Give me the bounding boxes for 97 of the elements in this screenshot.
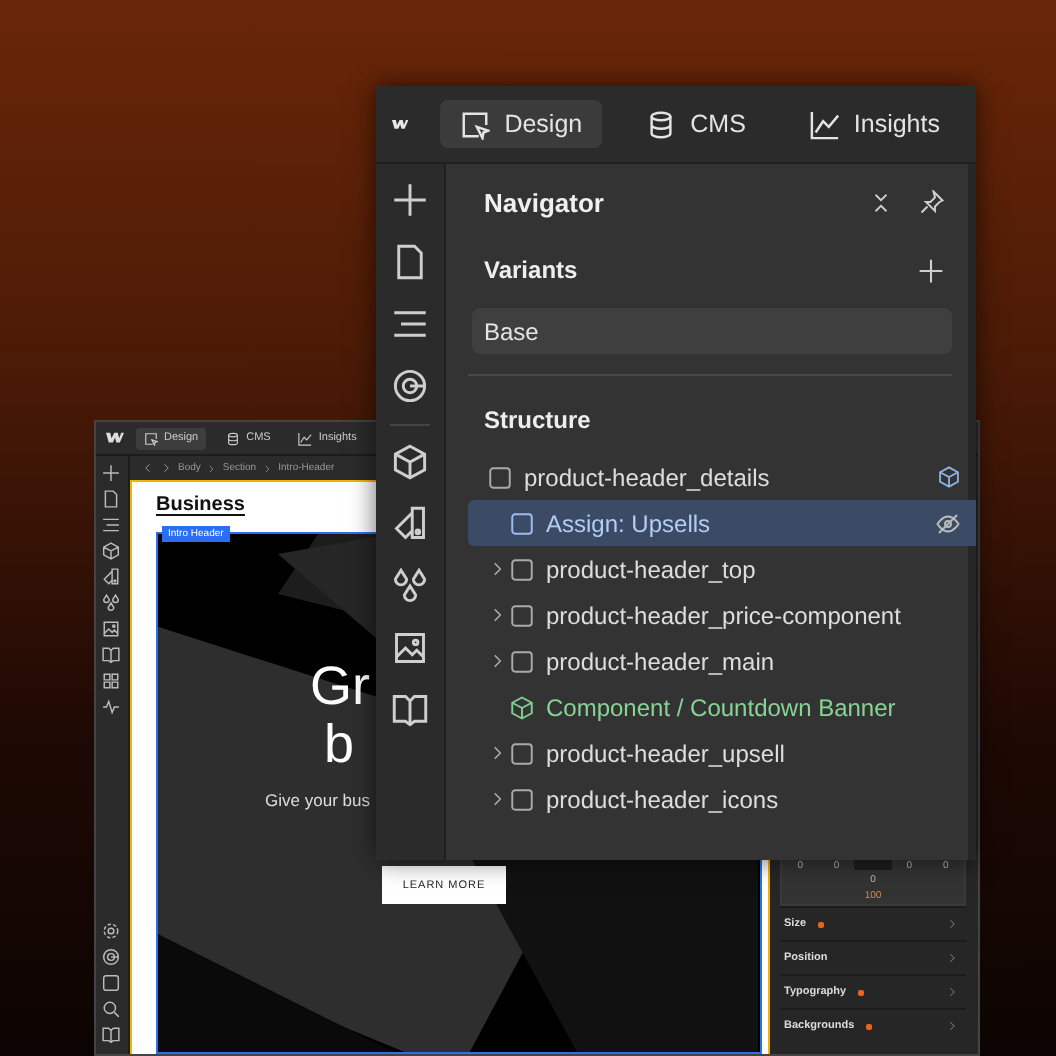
zoom-icon xyxy=(102,1000,120,1018)
grid-icon xyxy=(102,672,120,690)
brand-name: Business xyxy=(156,494,247,520)
cube-icon xyxy=(391,444,427,480)
panel-title: Navigator xyxy=(484,187,604,217)
chevron-icon xyxy=(946,952,958,964)
collapse-icon xyxy=(870,191,892,213)
hidden-icon xyxy=(936,511,960,535)
book-tool[interactable] xyxy=(102,1026,122,1046)
tree-item[interactable]: Assign: Upsells xyxy=(468,500,976,546)
database-icon xyxy=(646,109,677,139)
cube-icon xyxy=(102,542,120,560)
image-icon xyxy=(102,620,120,638)
tree-item[interactable]: product-header_price-component xyxy=(468,592,976,638)
lines-icon xyxy=(102,516,120,534)
circle-tool[interactable] xyxy=(102,948,122,968)
page-icon xyxy=(391,244,427,280)
square-tool[interactable] xyxy=(102,974,122,994)
pulse-icon xyxy=(102,698,120,716)
collapse-button[interactable] xyxy=(870,191,892,213)
book-tool[interactable] xyxy=(391,692,429,730)
lines-icon xyxy=(391,306,427,342)
add-icon xyxy=(391,182,427,218)
element-icon xyxy=(510,741,534,765)
chart-icon xyxy=(298,431,313,445)
element-icon xyxy=(510,649,534,673)
redo-icon xyxy=(160,462,172,474)
chart-icon xyxy=(809,109,840,139)
pin-button[interactable] xyxy=(920,190,944,214)
tab[interactable]: Insights xyxy=(789,100,960,148)
logo-icon xyxy=(106,432,124,444)
add-icon xyxy=(918,257,944,283)
book-icon xyxy=(102,1026,120,1044)
drops-icon xyxy=(391,568,427,604)
lines-tool[interactable] xyxy=(102,516,122,536)
add-tool[interactable] xyxy=(102,464,122,484)
component-badge-icon xyxy=(938,466,960,488)
circle-icon xyxy=(102,948,120,966)
add-icon xyxy=(102,464,120,482)
section-heading: Variants xyxy=(484,256,578,284)
component-icon xyxy=(510,695,534,719)
drops-tool[interactable] xyxy=(391,568,429,606)
page-tool[interactable] xyxy=(391,244,429,282)
book-icon xyxy=(391,692,427,728)
square-icon xyxy=(102,974,120,992)
grid-tool[interactable] xyxy=(102,672,122,692)
chevron-icon xyxy=(206,463,217,473)
database-icon xyxy=(226,431,241,445)
hero-heading: b xyxy=(323,716,354,774)
paint-icon xyxy=(391,506,427,542)
cursor-icon xyxy=(460,109,491,139)
book-tool[interactable] xyxy=(102,646,122,666)
chevron-icon xyxy=(946,986,958,998)
tree-item[interactable]: product-header_main xyxy=(468,638,976,684)
drops-icon xyxy=(102,594,120,612)
section-heading: Structure xyxy=(484,406,591,434)
chevron-icon xyxy=(262,463,273,473)
image-tool[interactable] xyxy=(102,620,122,640)
book-icon xyxy=(102,646,120,664)
gear-tool[interactable] xyxy=(102,922,122,942)
page-tool[interactable] xyxy=(102,490,122,510)
paint-tool[interactable] xyxy=(391,506,429,544)
chevron-icon xyxy=(946,918,958,930)
tree-item[interactable]: Component / Countdown Banner xyxy=(468,684,976,730)
circle-tool[interactable] xyxy=(391,368,429,406)
page-icon xyxy=(102,490,120,508)
cursor-icon xyxy=(144,431,158,445)
zoom-tool[interactable] xyxy=(102,1000,122,1020)
element-icon xyxy=(510,603,534,627)
pulse-tool[interactable] xyxy=(102,698,122,718)
element-icon xyxy=(488,465,512,489)
chevron-icon xyxy=(946,1020,958,1032)
cube-tool[interactable] xyxy=(102,542,122,562)
element-icon xyxy=(510,557,534,581)
element-icon xyxy=(510,787,534,811)
hero-heading: Gr xyxy=(310,658,370,716)
pin-icon xyxy=(920,190,944,214)
tree-item[interactable]: product-header_upsell xyxy=(468,730,976,776)
tree-item[interactable]: product-header_top xyxy=(468,546,976,592)
add-variant-button[interactable] xyxy=(918,257,944,283)
drops-tool[interactable] xyxy=(102,594,122,614)
cube-tool[interactable] xyxy=(391,444,429,482)
gear-icon xyxy=(102,922,120,940)
undo-icon xyxy=(142,462,154,474)
variant-item[interactable]: Base xyxy=(472,308,952,354)
paint-tool[interactable] xyxy=(102,568,122,588)
element-icon xyxy=(510,511,534,535)
paint-icon xyxy=(102,568,120,586)
tab[interactable]: Design xyxy=(440,100,603,148)
tab[interactable]: CMS xyxy=(626,100,766,148)
tree-item[interactable]: product-header_details xyxy=(468,454,976,500)
image-tool[interactable] xyxy=(391,630,429,668)
image-icon xyxy=(391,630,427,666)
hero-subtitle: Give your bus xyxy=(265,790,370,810)
circle-icon xyxy=(391,368,427,404)
add-tool[interactable] xyxy=(391,182,429,220)
tree-item[interactable]: product-header_icons xyxy=(468,776,976,822)
